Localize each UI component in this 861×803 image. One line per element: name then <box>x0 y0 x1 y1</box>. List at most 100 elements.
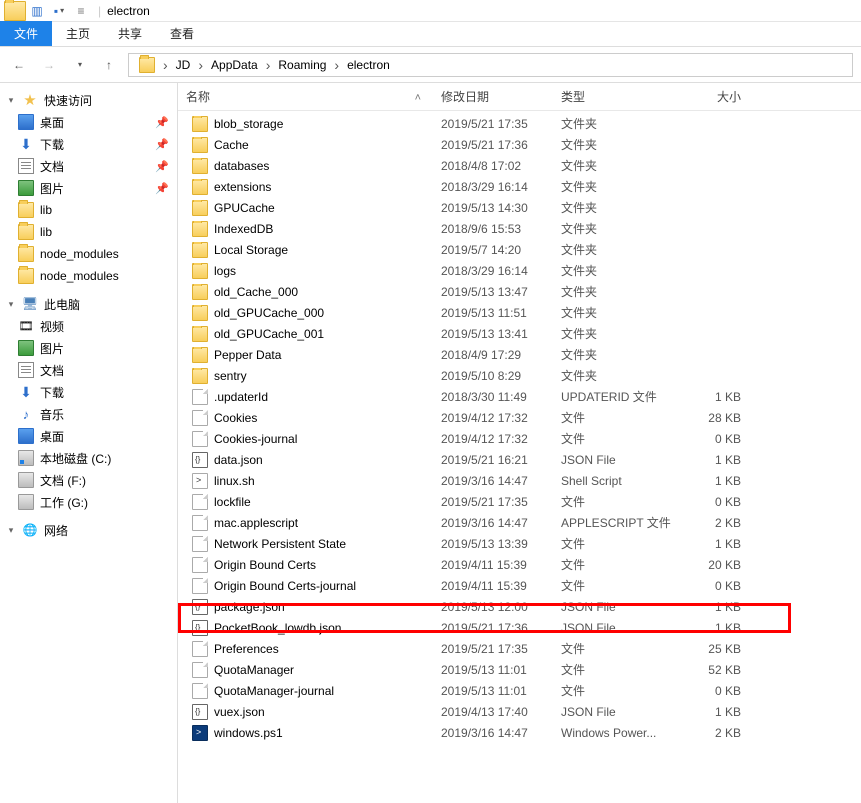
folder-row[interactable]: old_Cache_000 2019/5/13 13:47 文件夹 <box>178 281 861 302</box>
up-button[interactable]: ↑ <box>98 54 120 76</box>
folder-icon <box>192 368 208 384</box>
forward-button[interactable]: → <box>38 54 60 76</box>
props-button[interactable]: ▥ <box>26 1 48 21</box>
folder-row[interactable]: databases 2018/4/8 17:02 文件夹 <box>178 155 861 176</box>
tree-item[interactable]: 视频 <box>0 315 177 337</box>
breadcrumb-seg[interactable]: Roaming <box>272 58 332 72</box>
file-size: 1 KB <box>673 705 753 719</box>
folder-row[interactable]: Local Storage 2019/5/7 14:20 文件夹 <box>178 239 861 260</box>
chevron-right-icon[interactable] <box>266 57 271 73</box>
chevron-right-icon[interactable] <box>163 57 168 73</box>
tree-item[interactable]: 桌面 📌 <box>0 111 177 133</box>
file-row[interactable]: QuotaManager 2019/5/13 11:01 文件 52 KB <box>178 659 861 680</box>
folder-row[interactable]: Cache 2019/5/21 17:36 文件夹 <box>178 134 861 155</box>
folder-row[interactable]: blob_storage 2019/5/21 17:35 文件夹 <box>178 113 861 134</box>
new-folder-button[interactable]: ≡ <box>70 1 92 21</box>
file-row[interactable]: PocketBook_lowdb.json 2019/5/21 17:36 JS… <box>178 617 861 638</box>
tab-share[interactable]: 共享 <box>104 21 156 46</box>
file-row[interactable]: Cookies 2019/4/12 17:32 文件 28 KB <box>178 407 861 428</box>
breadcrumb-seg[interactable]: JD <box>170 58 197 72</box>
file-row[interactable]: Preferences 2019/5/21 17:35 文件 25 KB <box>178 638 861 659</box>
folder-row[interactable]: sentry 2019/5/10 8:29 文件夹 <box>178 365 861 386</box>
file-row[interactable]: .updaterId 2018/3/30 11:49 UPDATERID 文件 … <box>178 386 861 407</box>
folder-row[interactable]: old_GPUCache_001 2019/5/13 13:41 文件夹 <box>178 323 861 344</box>
file-type: 文件 <box>553 556 673 573</box>
back-button[interactable]: ← <box>8 54 30 76</box>
tree-item[interactable]: 文档 📌 <box>0 155 177 177</box>
breadcrumb-bar[interactable]: JD AppData Roaming electron <box>128 53 853 77</box>
file-menu[interactable]: 文件 <box>0 21 52 46</box>
tree-item[interactable]: 本地磁盘 (C:) <box>0 447 177 469</box>
file-date: 2019/5/21 17:35 <box>433 117 553 131</box>
file-name: Pepper Data <box>214 348 281 362</box>
disk-icon <box>18 494 34 510</box>
tree-item[interactable]: node_modules <box>0 265 177 287</box>
file-icon <box>192 536 208 552</box>
qat-dropdown[interactable]: ▪ <box>48 1 70 21</box>
breadcrumb-root[interactable] <box>133 57 161 73</box>
file-row[interactable]: windows.ps1 2019/3/16 14:47 Windows Powe… <box>178 722 861 743</box>
file-list-body[interactable]: blob_storage 2019/5/21 17:35 文件夹 Cache 2… <box>178 111 861 743</box>
file-row[interactable]: Cookies-journal 2019/4/12 17:32 文件 0 KB <box>178 428 861 449</box>
tree-item[interactable]: node_modules <box>0 243 177 265</box>
file-row[interactable]: data.json 2019/5/21 16:21 JSON File 1 KB <box>178 449 861 470</box>
tree-item[interactable]: lib <box>0 199 177 221</box>
file-type: JSON File <box>553 600 673 614</box>
tree-item[interactable]: 桌面 <box>0 425 177 447</box>
file-name: old_GPUCache_000 <box>214 306 324 320</box>
history-dropdown[interactable] <box>68 54 90 76</box>
folder-row[interactable]: IndexedDB 2018/9/6 15:53 文件夹 <box>178 218 861 239</box>
folder-row[interactable]: GPUCache 2019/5/13 14:30 文件夹 <box>178 197 861 218</box>
qat-separator: | <box>98 4 101 18</box>
file-row[interactable]: mac.applescript 2019/3/16 14:47 APPLESCR… <box>178 512 861 533</box>
file-icon <box>192 515 208 531</box>
tree-item[interactable]: 文档 <box>0 359 177 381</box>
file-name: Cache <box>214 138 249 152</box>
tree-item[interactable]: 图片 <box>0 337 177 359</box>
this-pc-header[interactable]: 此电脑 <box>0 293 177 315</box>
file-row[interactable]: linux.sh 2019/3/16 14:47 Shell Script 1 … <box>178 470 861 491</box>
file-row[interactable]: lockfile 2019/5/21 17:35 文件 0 KB <box>178 491 861 512</box>
file-row[interactable]: Origin Bound Certs-journal 2019/4/11 15:… <box>178 575 861 596</box>
tree-item[interactable]: lib <box>0 221 177 243</box>
chevron-right-icon[interactable] <box>334 57 339 73</box>
breadcrumb-seg[interactable]: electron <box>341 58 396 72</box>
column-header-size[interactable]: 大小 <box>673 88 753 105</box>
chevron-right-icon[interactable] <box>198 57 203 73</box>
file-row[interactable]: Origin Bound Certs 2019/4/11 15:39 文件 20… <box>178 554 861 575</box>
file-row[interactable]: vuex.json 2019/4/13 17:40 JSON File 1 KB <box>178 701 861 722</box>
folder-row[interactable]: logs 2018/3/29 16:14 文件夹 <box>178 260 861 281</box>
file-row[interactable]: package.json 2019/5/13 12:00 JSON File 1… <box>178 596 861 617</box>
tree-item[interactable]: 工作 (G:) <box>0 491 177 513</box>
quick-access-header[interactable]: ★ 快速访问 <box>0 89 177 111</box>
folder-row[interactable]: Pepper Data 2018/4/9 17:29 文件夹 <box>178 344 861 365</box>
json-icon <box>192 704 208 720</box>
breadcrumb-seg[interactable]: AppData <box>205 58 264 72</box>
tree-item[interactable]: 音乐 <box>0 403 177 425</box>
navigation-pane[interactable]: ★ 快速访问 桌面 📌 下载 📌 文档 📌 图片 📌 lib lib node_… <box>0 83 178 803</box>
pc-icon <box>22 296 38 312</box>
file-date: 2019/5/13 11:01 <box>433 684 553 698</box>
column-header-name[interactable]: 名称 <box>178 88 433 105</box>
tab-home[interactable]: 主页 <box>52 21 104 46</box>
file-type: 文件夹 <box>553 367 673 384</box>
tree-item[interactable]: 图片 📌 <box>0 177 177 199</box>
tree-item[interactable]: 下载 📌 <box>0 133 177 155</box>
folder-row[interactable]: extensions 2018/3/29 16:14 文件夹 <box>178 176 861 197</box>
folder-row[interactable]: old_GPUCache_000 2019/5/13 11:51 文件夹 <box>178 302 861 323</box>
tab-view[interactable]: 查看 <box>156 21 208 46</box>
tree-item-label: 本地磁盘 (C:) <box>40 450 111 467</box>
column-header-type[interactable]: 类型 <box>553 88 673 105</box>
tree-item[interactable]: 文档 (F:) <box>0 469 177 491</box>
file-size: 1 KB <box>673 621 753 635</box>
pin-icon: 📌 <box>155 138 169 151</box>
file-row[interactable]: Network Persistent State 2019/5/13 13:39… <box>178 533 861 554</box>
network-header[interactable]: 网络 <box>0 519 177 541</box>
tree-item-label: 图片 <box>40 180 64 197</box>
column-header-date[interactable]: 修改日期 <box>433 88 553 105</box>
file-date: 2019/4/13 17:40 <box>433 705 553 719</box>
file-date: 2019/5/7 14:20 <box>433 243 553 257</box>
file-row[interactable]: QuotaManager-journal 2019/5/13 11:01 文件 … <box>178 680 861 701</box>
file-icon <box>192 641 208 657</box>
tree-item[interactable]: 下载 <box>0 381 177 403</box>
